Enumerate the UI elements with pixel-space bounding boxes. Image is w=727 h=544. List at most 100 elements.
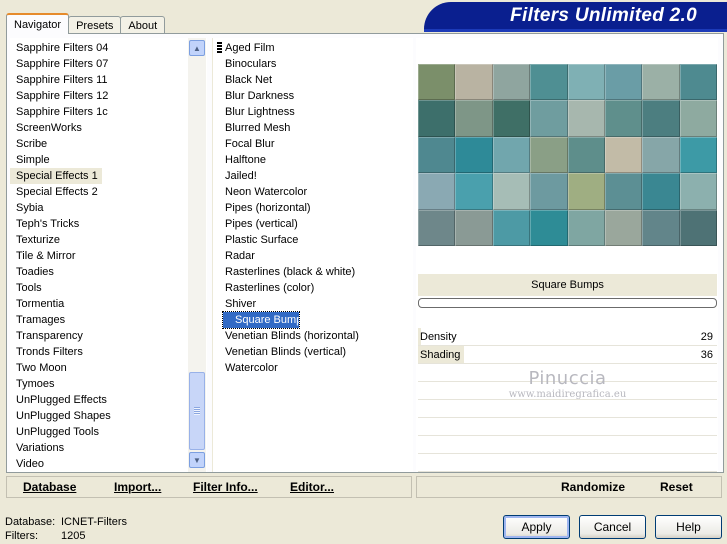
preview-tile — [642, 100, 680, 137]
category-item[interactable]: Video — [10, 456, 207, 472]
cancel-button[interactable]: Cancel — [579, 515, 646, 539]
param-density-slider[interactable]: Density 29 — [418, 328, 717, 346]
tab-presets[interactable]: Presets — [68, 16, 122, 34]
preview-tile — [679, 173, 717, 210]
filter-item[interactable]: Blurred Mesh — [213, 120, 413, 136]
param-shading-slider[interactable]: Shading 36 — [418, 346, 717, 364]
category-list[interactable]: Sapphire Filters 04 Sapphire Filters 07 Sa… — [10, 38, 207, 472]
category-item[interactable]: Two Moon — [10, 360, 207, 376]
filters-label: Filters: — [5, 530, 38, 542]
category-item[interactable]: Sapphire Filters 12 — [10, 88, 207, 104]
filter-item[interactable]: Plastic Surface — [213, 232, 413, 248]
tab-about[interactable]: About — [120, 16, 166, 34]
category-item[interactable]: Transparency — [10, 328, 207, 344]
param-value: 36 — [700, 349, 713, 361]
preview-tile — [642, 136, 680, 174]
filter-item[interactable]: Pipes (horizontal) — [213, 200, 413, 216]
filter-list[interactable]: Aged Film Binoculars Black Net Blur Darknes… — [212, 38, 413, 472]
category-item[interactable]: Tronds Filters — [10, 344, 207, 360]
filter-item[interactable]: Aged Film — [213, 40, 413, 56]
preview-tile — [530, 100, 568, 137]
category-item[interactable]: Variations — [10, 440, 207, 456]
filter-item[interactable]: Rasterlines (black & white) — [213, 264, 413, 280]
editor-button[interactable]: Editor... — [290, 480, 334, 494]
filter-item[interactable]: Binoculars — [213, 56, 413, 72]
param-value: 29 — [700, 331, 713, 343]
category-item[interactable]: UnPlugged Effects — [10, 392, 207, 408]
filter-item[interactable]: Radar — [213, 248, 413, 264]
category-item[interactable]: Tramages — [10, 312, 207, 328]
scroll-up-button[interactable]: ▲ — [189, 40, 205, 56]
filter-item[interactable]: Halftone — [213, 152, 413, 168]
category-item[interactable]: Sapphire Filters 04 — [10, 40, 207, 56]
category-item[interactable]: UnPlugged Shapes — [10, 408, 207, 424]
status-info: Database: ICNET-Filters Filters: 1205 — [5, 515, 127, 543]
preview-tile — [567, 64, 605, 101]
preview-tile — [567, 136, 605, 174]
filter-item[interactable]: Black Net — [213, 72, 413, 88]
filter-item[interactable]: Venetian Blinds (horizontal) — [213, 328, 413, 344]
preview-tile — [604, 136, 643, 174]
param-empty-row — [418, 400, 717, 418]
preview-tile — [418, 209, 456, 246]
watermark: Pinuccia www.maidiregrafica.eu — [418, 368, 717, 400]
category-item[interactable]: Scribe — [10, 136, 207, 152]
drag-grip-icon — [217, 42, 222, 54]
category-item[interactable]: Tymoes — [10, 376, 207, 392]
category-item[interactable]: Special Effects 1 — [10, 168, 102, 184]
category-item[interactable]: Tile & Mirror — [10, 248, 207, 264]
category-item[interactable]: Tormentia — [10, 296, 207, 312]
import-button[interactable]: Import... — [114, 480, 161, 494]
param-label: Density — [420, 331, 457, 343]
database-button[interactable]: Database — [23, 480, 76, 494]
category-item[interactable]: Sapphire Filters 07 — [10, 56, 207, 72]
preview-tile — [604, 64, 643, 101]
filter-item[interactable]: Jailed! — [213, 168, 413, 184]
preview-tile — [567, 209, 605, 246]
preview-tile — [492, 100, 531, 137]
category-item[interactable]: Special Effects 2 — [10, 184, 207, 200]
right-toolbar: Randomize Reset — [416, 476, 722, 498]
filter-item[interactable]: Venetian Blinds (vertical) — [213, 344, 413, 360]
category-item[interactable]: ScreenWorks — [10, 120, 207, 136]
category-item[interactable]: Teph's Tricks — [10, 216, 207, 232]
category-item[interactable]: Toadies — [10, 264, 207, 280]
filter-item[interactable]: Blur Darkness — [213, 88, 413, 104]
scroll-thumb[interactable] — [189, 372, 205, 450]
randomize-button[interactable]: Randomize — [561, 480, 625, 494]
category-item[interactable]: Simple — [10, 152, 207, 168]
help-button[interactable]: Help — [655, 515, 722, 539]
preview-tile — [530, 136, 568, 174]
filter-item[interactable]: Blur Lightness — [213, 104, 413, 120]
filter-item[interactable]: Watercolor — [213, 360, 413, 376]
preview-tile — [642, 64, 680, 101]
scroll-down-button[interactable]: ▼ — [189, 452, 205, 468]
category-item[interactable]: Sybia — [10, 200, 207, 216]
preview-tile — [642, 209, 680, 246]
param-empty-row — [418, 454, 717, 472]
category-scrollbar[interactable]: ▲ ▼ — [188, 38, 206, 472]
category-item[interactable]: Sapphire Filters 11 — [10, 72, 207, 88]
preview-tile — [679, 209, 717, 246]
category-item[interactable]: Texturize — [10, 232, 207, 248]
apply-button[interactable]: Apply — [503, 515, 570, 539]
filter-item[interactable]: Square Bumps — [222, 311, 308, 329]
preview-tile — [418, 173, 456, 210]
preview-tile — [642, 173, 680, 210]
filter-item[interactable]: Pipes (vertical) — [213, 216, 413, 232]
category-item[interactable]: Sapphire Filters 1c — [10, 104, 207, 120]
reset-button[interactable]: Reset — [660, 480, 693, 494]
preview-tile — [455, 100, 493, 137]
filter-item[interactable]: Neon Watercolor — [213, 184, 413, 200]
filter-item[interactable]: Focal Blur — [213, 136, 413, 152]
category-item[interactable]: UnPlugged Tools — [10, 424, 207, 440]
filter-item[interactable]: Rasterlines (color) — [213, 280, 413, 296]
brand-banner: Filters Unlimited 2.0 — [424, 2, 727, 29]
filter-info-button[interactable]: Filter Info... — [193, 480, 258, 494]
tab-navigator[interactable]: Navigator — [6, 13, 70, 34]
filter-item[interactable]: Shiver — [213, 296, 413, 312]
preview-image — [418, 64, 717, 246]
category-item[interactable]: Tools — [10, 280, 207, 296]
preview-tile — [492, 209, 531, 246]
preview-tile — [679, 64, 717, 101]
